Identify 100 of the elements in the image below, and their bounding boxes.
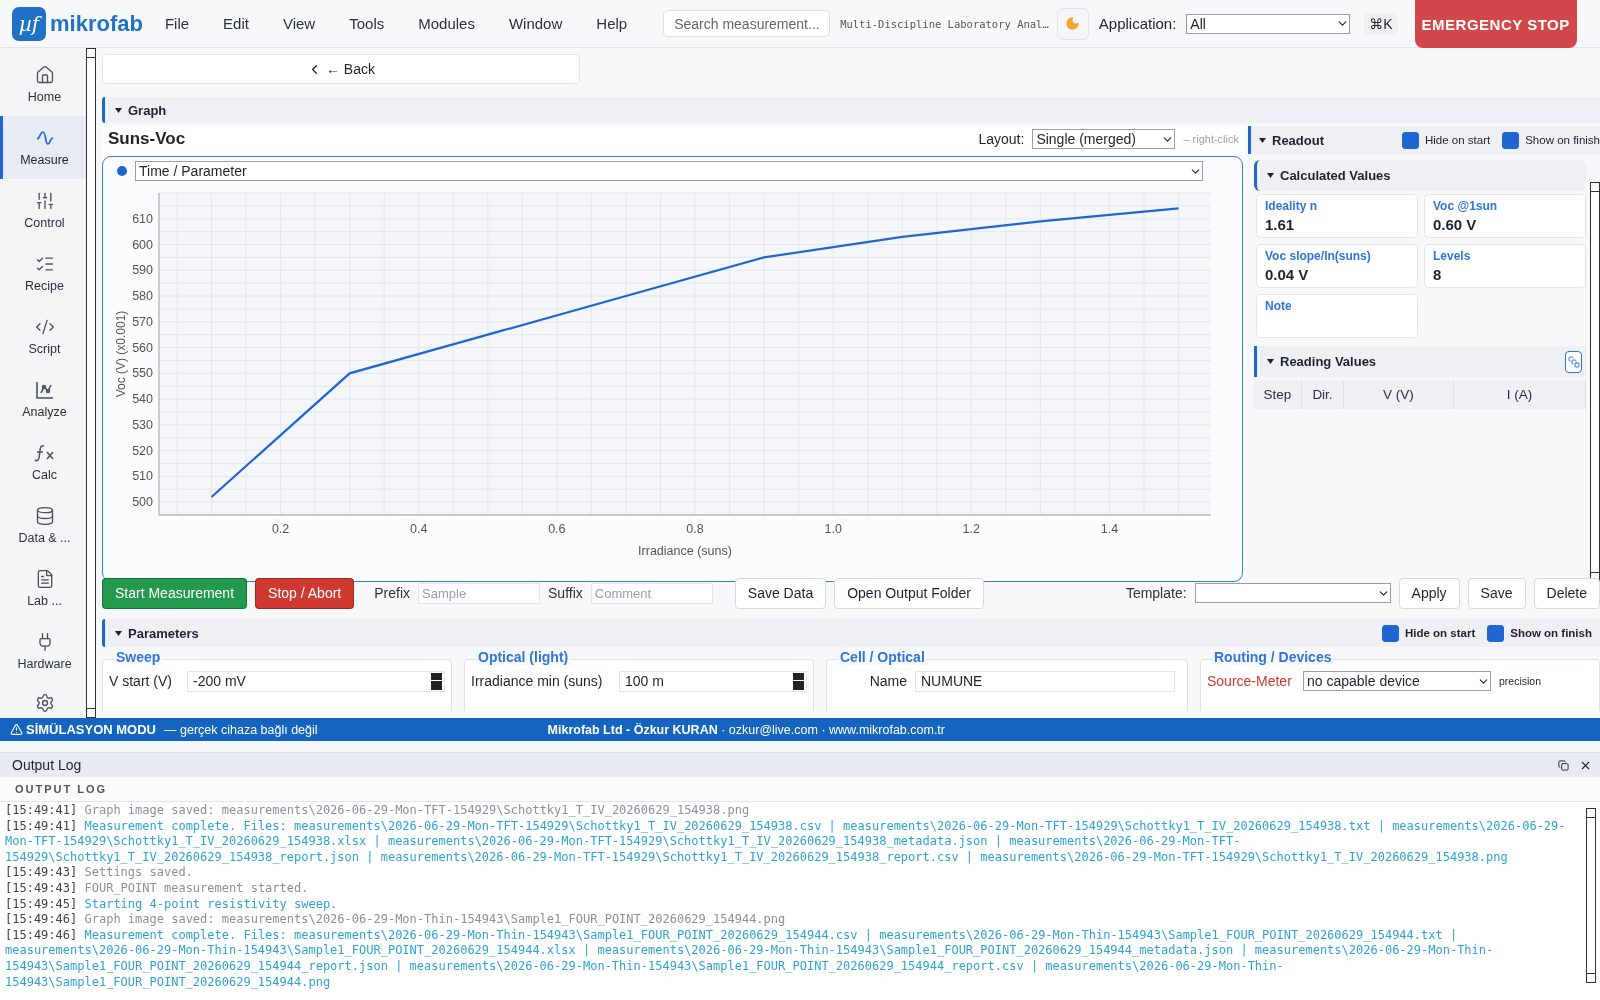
nav-item[interactable]: Control	[0, 179, 86, 242]
prefix-label: Prefix	[374, 585, 411, 601]
shortcut-hint: ⌘K	[1364, 12, 1398, 35]
group-title: Routing / Devices	[1212, 649, 1334, 665]
nav-item[interactable]: Data & ...	[0, 494, 86, 557]
menu-item[interactable]: File	[164, 15, 212, 32]
template-action-button[interactable]: Apply	[1398, 577, 1460, 609]
series-dot	[117, 166, 127, 176]
caret-icon[interactable]	[1267, 173, 1274, 178]
parameter-field[interactable]: NUMUNE	[915, 670, 1175, 692]
menu-item[interactable]: Modules	[418, 15, 497, 32]
parameter-label: Name	[868, 673, 907, 689]
warning-icon	[10, 723, 23, 736]
caret-icon[interactable]	[1259, 137, 1266, 143]
menu-item[interactable]: Window	[508, 15, 585, 32]
x-tick-label: 0.6	[548, 522, 566, 536]
nav-item[interactable]: Measure	[0, 116, 86, 179]
nav-item[interactable]: Script	[0, 305, 86, 368]
checkbox-label: Hide on start	[1404, 627, 1476, 639]
layout-label: Layout:	[978, 131, 1025, 147]
template-action-button[interactable]: Delete	[1533, 577, 1600, 609]
nav-item[interactable]: Home	[0, 53, 86, 116]
value-text: 8	[1433, 266, 1443, 283]
template-action-button[interactable]: Save	[1467, 577, 1526, 609]
value-label: Voc @1sun	[1433, 199, 1499, 213]
restore-icon[interactable]	[1558, 759, 1569, 771]
readout-header[interactable]: Readout Hide on start Show on finish	[1248, 126, 1600, 154]
emergency-stop-button[interactable]: EMERGENCY STOP	[1414, 0, 1577, 48]
column-header: I (A)	[1454, 380, 1586, 409]
log-line: [15:49:43] Settings saved.	[5, 865, 194, 881]
back-button[interactable]: ← Back	[102, 54, 580, 84]
save-data-button[interactable]: Save Data	[734, 577, 827, 609]
sliders-icon	[34, 191, 55, 211]
scrollbar[interactable]	[1590, 182, 1600, 582]
section-header[interactable]: Parameters Hide on start Show on finish	[102, 619, 1600, 647]
checkbox[interactable]	[1402, 131, 1419, 149]
y-tick-label: 580	[132, 289, 153, 304]
settings-icon[interactable]	[34, 693, 55, 713]
nav-item[interactable]: Calc	[0, 431, 86, 494]
nav-item[interactable]: Analyze	[0, 368, 86, 431]
y-tick-label: 590	[132, 263, 153, 278]
section-header[interactable]: Reading Values	[1254, 346, 1586, 377]
checkbox[interactable]	[1381, 624, 1399, 642]
scrollbar[interactable]	[86, 48, 96, 718]
caret-icon[interactable]	[115, 630, 122, 636]
y-tick-label: 600	[132, 237, 153, 252]
logo-text: mikrofab	[50, 10, 143, 37]
x-tick-label: 1.4	[1100, 522, 1119, 536]
database-icon	[34, 506, 55, 526]
log-line: [15:49:43] FOUR_POINT measurement started.	[5, 880, 310, 897]
value-text: 0.60 V	[1433, 216, 1478, 233]
nav-item[interactable]: Hardware	[0, 620, 86, 683]
scrollbar[interactable]	[1586, 808, 1596, 983]
group-title: Sweep	[114, 649, 163, 665]
copy-button[interactable]	[1565, 350, 1582, 373]
x-tick-label: 0.4	[410, 522, 428, 536]
y-axis-title: Voc (V) (x0.001)	[114, 310, 128, 398]
series-select[interactable]: Time / Parameter	[135, 161, 1203, 181]
menu-item[interactable]: View	[282, 15, 338, 32]
code-icon	[34, 317, 55, 337]
parameter-field[interactable]: -200 mV	[187, 670, 445, 692]
application-select[interactable]: All	[1186, 13, 1351, 34]
start-button[interactable]: Start Measurement	[102, 577, 248, 609]
credits-text: Mikrofab Ltd - Özkur KURAN · ozkur@live.com · www.mikrofab.com.tr	[547, 722, 945, 737]
suffix-field[interactable]: Comment	[590, 582, 713, 604]
device-select[interactable]: no capable device	[1303, 671, 1491, 691]
template-select[interactable]	[1194, 583, 1391, 603]
checkbox[interactable]	[1487, 624, 1505, 642]
menu-item[interactable]: Help	[596, 15, 650, 32]
search-field[interactable]: Search measurement...	[663, 10, 831, 37]
caret-icon[interactable]	[115, 107, 122, 113]
application-label: Application:	[1098, 15, 1177, 32]
nav-item[interactable]: Recipe	[0, 242, 86, 305]
log-line: [15:49:46] Graph image saved: measurements\2026-06-29-Mon-Thin-154943\Sample1_FOUR_POINT_20260629_154944.png	[5, 912, 787, 928]
section-header[interactable]: Calculated Values	[1254, 160, 1586, 191]
section-header[interactable]: Graph	[102, 97, 1600, 123]
menu-item[interactable]: Edit	[223, 15, 271, 32]
value-label: Note	[1265, 299, 1293, 313]
parameter-field[interactable]: 100 m	[619, 670, 807, 692]
log-line: [15:49:41] Graph image saved: measurements\2026-06-29-Mon-TFT-154929\Schottky1_T_IV_20260629_154938.png	[5, 803, 751, 819]
stop-button[interactable]: Stop / Abort	[255, 577, 355, 609]
precision-label: precision	[1499, 675, 1542, 687]
menu-item[interactable]: Tools	[349, 15, 407, 32]
value-text: 0.04 V	[1265, 266, 1310, 283]
wave-icon	[34, 128, 55, 148]
mode-note: — gerçek cihaza bağlı değil	[164, 722, 318, 737]
checkbox-label: Hide on start	[1425, 134, 1491, 146]
value-label: Voc slope/ln(suns)	[1265, 249, 1372, 263]
nav-item[interactable]: Lab ...	[0, 557, 86, 620]
open-folder-button[interactable]: Open Output Folder	[834, 577, 984, 609]
checkbox[interactable]	[1502, 131, 1520, 149]
x-tick-label: 0.2	[271, 522, 290, 536]
y-tick-label: 540	[132, 392, 153, 407]
graph-title: Suns-Voc	[108, 129, 187, 149]
layout-select[interactable]: Single (merged)	[1032, 129, 1176, 149]
column-header: Dir.	[1302, 380, 1344, 409]
y-tick-label: 560	[132, 340, 153, 355]
prefix-field[interactable]: Sample	[418, 582, 541, 604]
caret-icon[interactable]	[1267, 359, 1274, 364]
device-label: Source-Meter	[1207, 673, 1293, 689]
